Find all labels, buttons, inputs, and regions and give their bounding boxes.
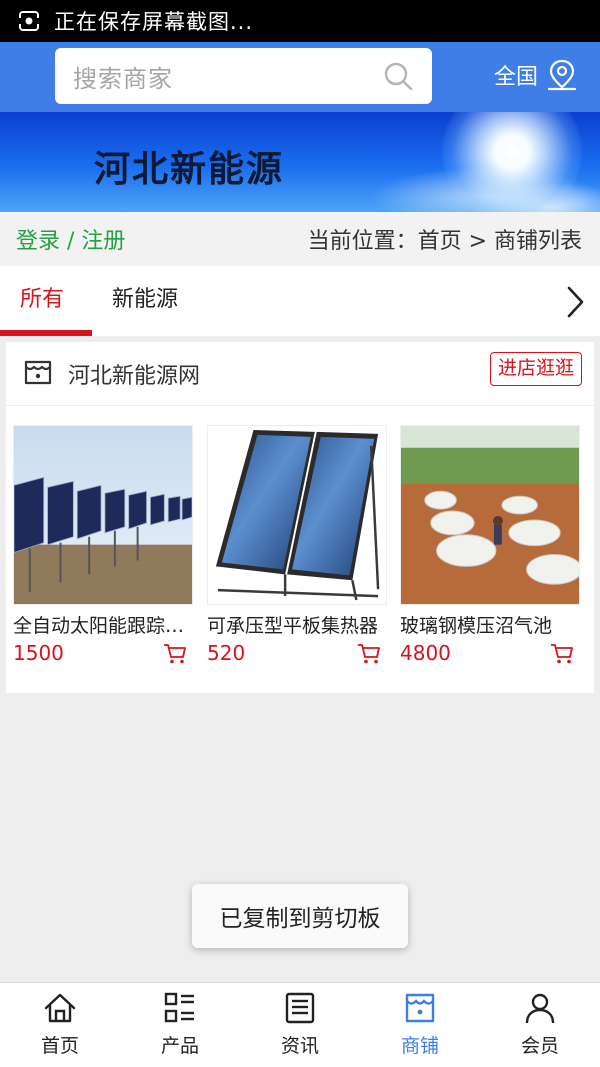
- status-text: 正在保存屏幕截图...: [54, 10, 254, 34]
- shop-name: 河北新能源网: [68, 364, 201, 389]
- nav-item-home[interactable]: 首页: [0, 983, 120, 1067]
- cart-icon[interactable]: [357, 643, 381, 665]
- product-title[interactable]: 全自动太阳能跟踪系统: [13, 611, 189, 638]
- search-icon[interactable]: [382, 60, 414, 92]
- tab-new-energy[interactable]: 新能源: [112, 266, 178, 336]
- product-image-solar-tracker[interactable]: [13, 425, 193, 605]
- shop-icon: [405, 993, 435, 1023]
- current-location: 当前位置：首页 > 商铺列表: [307, 229, 582, 254]
- product-card[interactable]: 可承压型平板集热器 520: [207, 425, 387, 665]
- nav-item-shops[interactable]: 商铺: [360, 983, 480, 1067]
- product-image-flat-plate-collector[interactable]: [207, 425, 387, 605]
- shop-card: 河北新能源网 进店逛逛 全自动太阳能跟踪系统 1500 可承压型平板集热器 52…: [6, 342, 594, 693]
- banner-title: 河北新能源: [94, 148, 285, 190]
- home-icon: [44, 993, 76, 1023]
- product-title[interactable]: 可承压型平板集热器: [207, 611, 383, 638]
- enter-shop-button[interactable]: 进店逛逛: [489, 352, 582, 386]
- product-image-biogas-digester[interactable]: [400, 425, 580, 605]
- nav-label: 会员: [520, 1035, 559, 1057]
- banner-sun: [442, 112, 582, 212]
- product-card[interactable]: 玻璃钢模压沼气池 4800: [400, 425, 580, 665]
- tab-all[interactable]: 所有: [20, 266, 64, 336]
- category-tabs: 所有 新能源: [0, 266, 600, 336]
- grid-list-icon: [164, 992, 194, 1023]
- nav-label: 首页: [40, 1035, 79, 1057]
- bottom-nav: 首页 产品 资讯 商铺 会员: [0, 982, 600, 1067]
- shop-header: 河北新能源网 进店逛逛: [6, 342, 594, 406]
- active-tab-indicator: [0, 330, 92, 336]
- header: 搜索商家 全国: [0, 42, 600, 112]
- cart-icon[interactable]: [163, 643, 187, 665]
- screenshot-icon: [18, 11, 40, 31]
- login-register-link[interactable]: 登录 / 注册: [16, 223, 125, 255]
- user-icon: [525, 993, 555, 1024]
- product-title[interactable]: 玻璃钢模压沼气池: [400, 611, 576, 638]
- store-icon: [24, 360, 52, 385]
- nav-item-member[interactable]: 会员: [480, 983, 600, 1067]
- search-placeholder: 搜索商家: [73, 64, 173, 93]
- toast-message: 已复制到剪切板: [192, 884, 408, 948]
- chevron-right-icon[interactable]: [564, 285, 586, 319]
- breadcrumb: 登录 / 注册 当前位置：首页 > 商铺列表: [0, 212, 600, 266]
- nav-item-news[interactable]: 资讯: [240, 983, 360, 1067]
- cart-icon[interactable]: [550, 643, 574, 665]
- region-selector[interactable]: 全国: [494, 58, 578, 92]
- nav-label: 资讯: [280, 1035, 319, 1057]
- nav-label: 产品: [160, 1035, 199, 1057]
- product-card[interactable]: 全自动太阳能跟踪系统 1500: [13, 425, 193, 665]
- region-label: 全国: [494, 65, 539, 90]
- nav-label: 商铺: [400, 1035, 439, 1057]
- location-icon: [547, 59, 577, 91]
- banner: 河北新能源: [0, 112, 600, 212]
- news-icon: [285, 992, 315, 1024]
- status-bar: 正在保存屏幕截图...: [0, 0, 600, 42]
- nav-item-products[interactable]: 产品: [120, 983, 240, 1067]
- search-input[interactable]: 搜索商家: [55, 48, 432, 104]
